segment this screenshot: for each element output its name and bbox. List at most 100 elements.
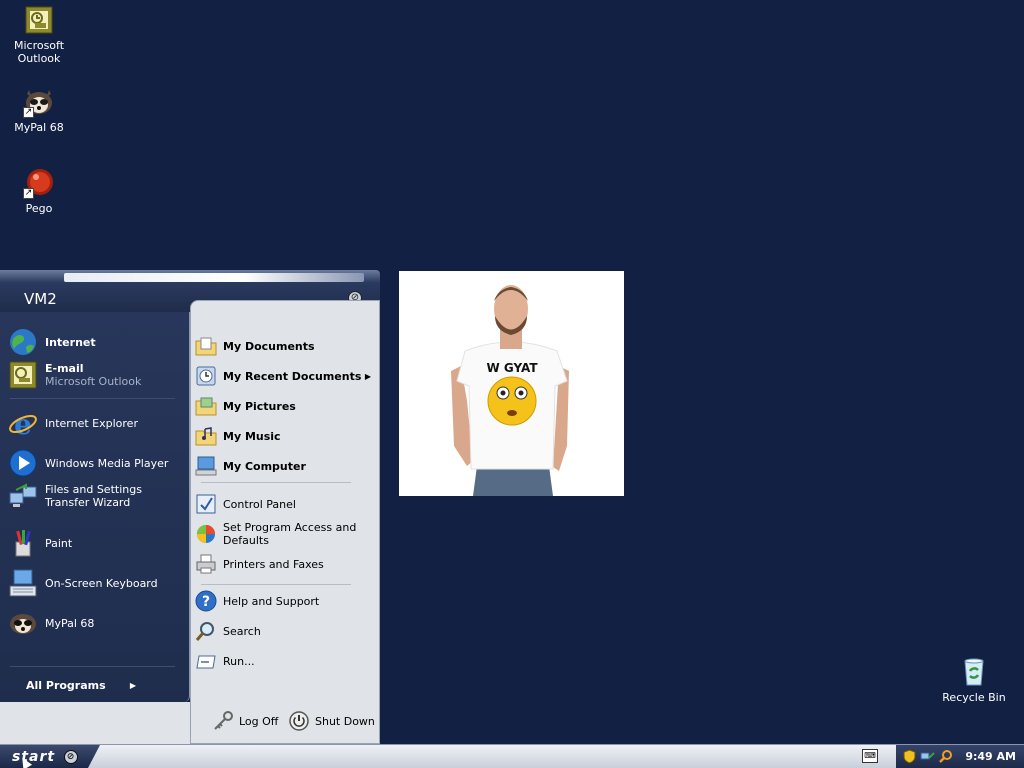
- program-paint[interactable]: Paint: [8, 528, 186, 558]
- power-icon: ⊘: [64, 749, 79, 764]
- outlook-icon: [23, 4, 55, 36]
- program-label: On-Screen Keyboard: [45, 576, 158, 590]
- program-windows-media-player[interactable]: Windows Media Player: [8, 448, 186, 478]
- all-programs-button[interactable]: All Programs ▶: [26, 679, 136, 692]
- outlook-icon: [8, 360, 38, 390]
- recycle-bin-icon: [958, 656, 990, 688]
- folder-documents-icon: [195, 335, 217, 357]
- start-menu-footer: [0, 702, 190, 744]
- pego-icon: ↗: [23, 167, 55, 199]
- help-icon: ?: [195, 590, 217, 612]
- place-my-pictures[interactable]: My Pictures: [195, 395, 377, 417]
- desktop-icon-label: Recycle Bin: [942, 691, 1006, 704]
- man-in-tshirt-image: W GYAT: [399, 271, 624, 496]
- run[interactable]: Run...: [195, 650, 377, 672]
- place-my-documents[interactable]: My Documents: [195, 335, 377, 357]
- desktop-icon-label: Microsoft Outlook: [13, 39, 65, 65]
- globe-icon: [8, 327, 38, 357]
- search-icon[interactable]: [938, 749, 953, 764]
- paint-icon: [8, 528, 38, 558]
- desktop-icon-pego[interactable]: ↗ Pego: [1, 167, 77, 215]
- shirt-text: W GYAT: [486, 361, 538, 375]
- power-icon: [288, 710, 310, 732]
- start-menu-left-panel: Internet E-mail Microsoft Outlook e Inte…: [0, 312, 190, 702]
- pinned-sublabel: Microsoft Outlook: [45, 375, 142, 388]
- place-my-music[interactable]: My Music: [195, 425, 377, 447]
- svg-text:e: e: [14, 408, 32, 438]
- shut-down-label: Shut Down: [315, 714, 375, 728]
- start-button[interactable]: start ⊘: [0, 745, 100, 768]
- program-access-icon: [195, 523, 217, 545]
- pinned-label: Internet: [45, 335, 96, 349]
- program-label: Windows Media Player: [45, 456, 169, 470]
- program-label: Paint: [45, 536, 73, 550]
- chevron-right-icon: ▶: [129, 681, 136, 690]
- desktop-icon-mypal[interactable]: ↗ MyPal 68: [1, 86, 77, 134]
- clock[interactable]: 9:49 AM: [965, 750, 1016, 763]
- program-mypal[interactable]: MyPal 68: [8, 608, 186, 638]
- program-label: Files and Settings Transfer Wizard: [45, 483, 142, 509]
- program-label: MyPal 68: [45, 616, 95, 630]
- mypal-icon: ↗: [23, 86, 55, 118]
- shortcut-arrow-icon: ↗: [23, 107, 34, 118]
- setting-control-panel[interactable]: Control Panel: [195, 493, 377, 515]
- mypal-icon: [8, 608, 38, 638]
- pinned-internet[interactable]: Internet: [8, 327, 186, 357]
- chevron-right-icon: ▶: [364, 371, 371, 381]
- keyboard-layout-icon[interactable]: ⌨: [862, 749, 878, 763]
- setting-program-access[interactable]: Set Program Access and Defaults: [195, 521, 377, 547]
- media-player-icon: [8, 448, 38, 478]
- pinned-email[interactable]: E-mail Microsoft Outlook: [8, 360, 186, 390]
- search[interactable]: Search: [195, 620, 377, 642]
- shortcut-arrow-icon: ↗: [23, 188, 34, 199]
- place-my-recent-documents[interactable]: My Recent Documents ▶: [195, 365, 377, 387]
- taskbar: start ⊘ ⌨ 9:49 AM: [0, 744, 1024, 768]
- log-off-label: Log Off: [239, 714, 279, 728]
- security-shield-icon[interactable]: [902, 749, 917, 764]
- help-label: Run...: [223, 654, 255, 668]
- program-on-screen-keyboard[interactable]: On-Screen Keyboard: [8, 568, 186, 598]
- search-icon: [195, 620, 217, 642]
- ie-icon: e: [8, 408, 38, 441]
- start-menu: VM2 ⊘ Internet E-mail Microsoft Outlook …: [0, 270, 380, 744]
- run-icon: [195, 650, 217, 672]
- svg-text:?: ?: [202, 594, 210, 610]
- all-programs-label: All Programs: [26, 679, 106, 692]
- network-icon[interactable]: [920, 749, 935, 764]
- computer-icon: [195, 455, 217, 477]
- program-label: Internet Explorer: [45, 416, 138, 430]
- image-viewer-window: W GYAT: [399, 271, 624, 496]
- setting-printers-faxes[interactable]: Printers and Faxes: [195, 553, 377, 575]
- header-rail: [64, 273, 364, 282]
- shut-down-button[interactable]: Shut Down: [288, 710, 375, 732]
- separator: [201, 584, 351, 585]
- separator: [201, 482, 351, 483]
- help-and-support[interactable]: ? Help and Support: [195, 590, 377, 612]
- control-panel-icon: [195, 493, 217, 515]
- user-name: VM2: [24, 290, 57, 308]
- help-label: Help and Support: [223, 594, 320, 608]
- program-internet-explorer[interactable]: e Internet Explorer: [8, 408, 186, 441]
- desktop-icon-label: Pego: [25, 202, 53, 215]
- desktop-icon-recycle-bin[interactable]: Recycle Bin: [936, 656, 1012, 704]
- desktop-icon-label: MyPal 68: [14, 121, 64, 134]
- folder-pictures-icon: [195, 395, 217, 417]
- place-label: My Computer: [223, 459, 306, 473]
- place-label: My Documents: [223, 339, 315, 353]
- place-label: My Music: [223, 429, 281, 443]
- pinned-label: E-mail: [45, 362, 84, 375]
- log-off-button[interactable]: Log Off: [212, 710, 278, 732]
- help-label: Search: [223, 624, 261, 638]
- printer-icon: [195, 553, 217, 575]
- start-menu-right-panel: My Documents My Recent Documents ▶ My Pi…: [190, 300, 380, 744]
- separator: [10, 398, 175, 399]
- system-tray: 9:49 AM: [896, 745, 1024, 768]
- key-icon: [212, 710, 234, 732]
- separator: [10, 666, 175, 667]
- setting-label: Control Panel: [223, 497, 296, 511]
- setting-label: Set Program Access and Defaults: [223, 521, 357, 547]
- desktop-icon-outlook[interactable]: Microsoft Outlook: [1, 4, 77, 65]
- place-my-computer[interactable]: My Computer: [195, 455, 377, 477]
- place-label: My Pictures: [223, 399, 296, 413]
- program-transfer-wizard[interactable]: Files and Settings Transfer Wizard: [8, 481, 186, 511]
